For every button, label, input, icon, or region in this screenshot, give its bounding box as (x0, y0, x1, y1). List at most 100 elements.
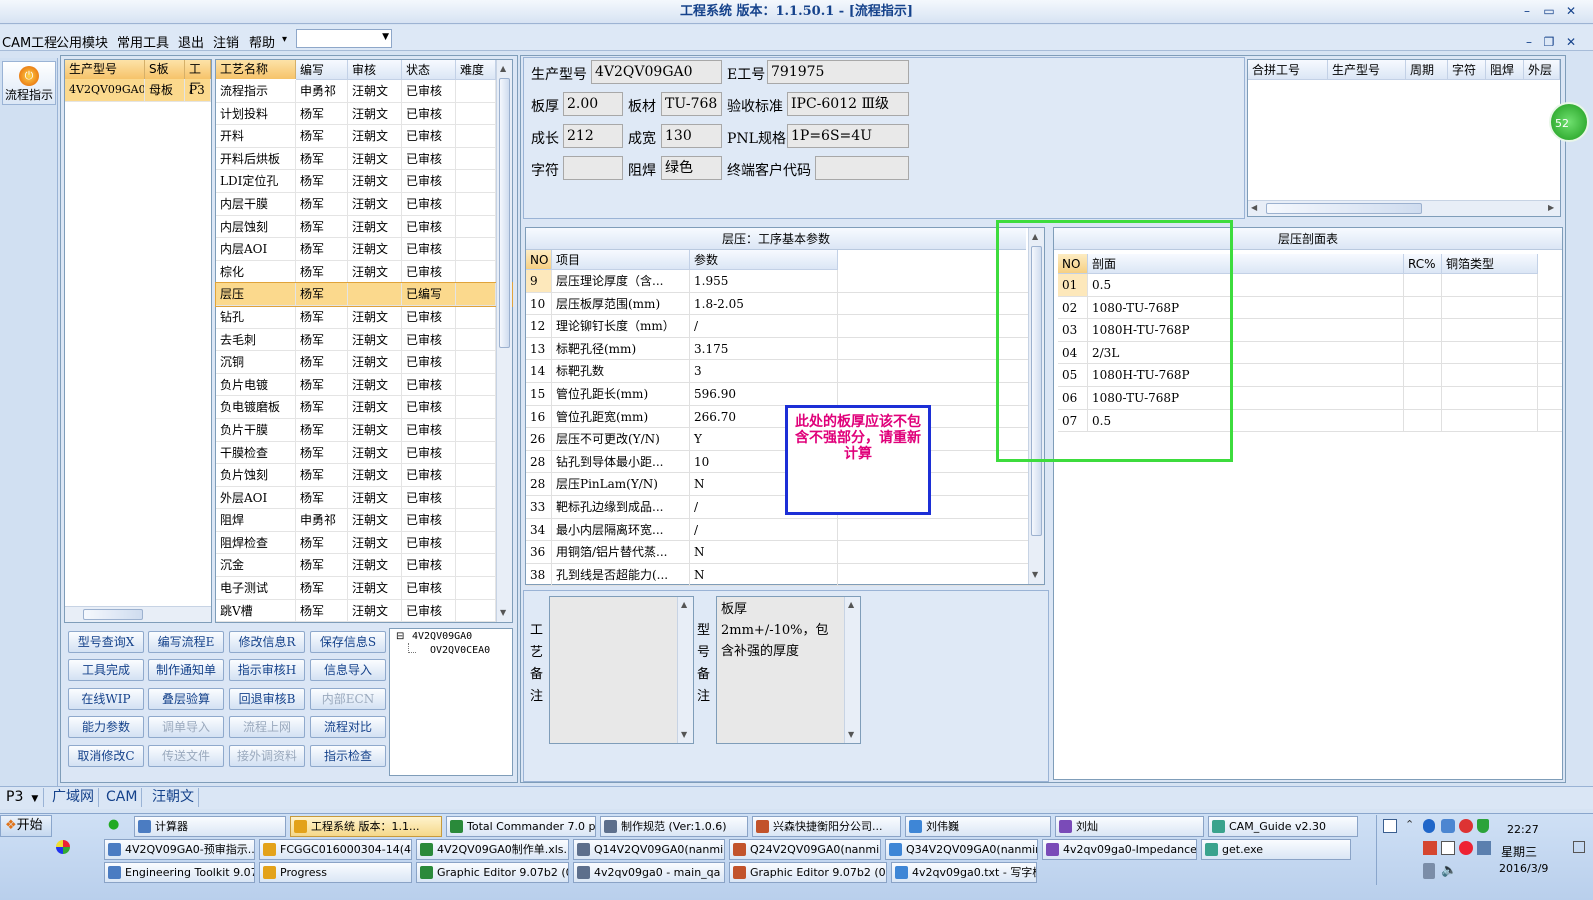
process-row[interactable]: 内层AOI 杨军 汪朝文 已审核 (216, 238, 512, 261)
action-button[interactable]: 工具完成 (68, 659, 144, 681)
action-button[interactable]: 信息导入 (310, 659, 386, 681)
taskbar-button[interactable]: Q14V2QV09GA0(nanmin... (573, 839, 725, 860)
model-note-textarea[interactable]: 板厚2mm+/-10%，包含补强的厚度 ▲ ▼ (716, 596, 861, 744)
scroll-thumb[interactable] (1266, 203, 1422, 214)
taskbar-button[interactable]: Q24V2QV09GA0(nanmin... (729, 839, 881, 860)
process-row[interactable]: 负片蚀刻 杨军 汪朝文 已审核 (216, 464, 512, 487)
keyboard-icon[interactable] (1573, 841, 1585, 853)
maximize-button[interactable]: ▭ (1540, 3, 1558, 19)
difficulty-header[interactable]: 难度 (456, 60, 496, 80)
monitor-icon[interactable] (1441, 841, 1455, 855)
mdi-restore-button[interactable]: ❐ (1540, 34, 1558, 50)
process-row[interactable]: 钻孔 杨军 汪朝文 已审核 (216, 305, 512, 329)
process-row[interactable]: 干膜检查 杨军 汪朝文 已审核 (216, 441, 512, 465)
action-button[interactable]: 叠层验算 (148, 688, 224, 710)
help-dropdown-icon[interactable]: ▾ (282, 34, 287, 45)
process-row[interactable]: 去毛刺 杨军 汪朝文 已审核 (216, 328, 512, 352)
taskbar-button[interactable]: 兴森快捷衡阳分公司... (752, 816, 901, 837)
param-row[interactable]: 12 理论铆钉长度（mm） / (526, 315, 1044, 338)
quicklaunch-icon[interactable] (56, 840, 70, 854)
process-row[interactable]: 外层AOI 杨军 汪朝文 已审核 (216, 486, 512, 510)
battery-icon[interactable] (1423, 863, 1435, 879)
status-tab-wan[interactable]: 广域网 (48, 788, 99, 807)
menu-cam[interactable]: CAM工程 (2, 32, 57, 51)
taskbar-button[interactable]: 4v2qv09ga0.txt - 写字板 (891, 862, 1037, 883)
process-row[interactable]: 开料 杨军 汪朝文 已审核 (216, 125, 512, 148)
customer-code-field[interactable] (815, 156, 909, 180)
action-button[interactable]: 指示审核H (229, 659, 305, 681)
process-row[interactable]: 跳V槽 杨军 汪朝文 已审核 (216, 599, 512, 623)
process-row[interactable]: 沉金 杨军 汪朝文 已审核 (216, 554, 512, 578)
writer-header[interactable]: 编写 (296, 60, 348, 80)
scroll-down-icon[interactable]: ▼ (1032, 570, 1038, 579)
params-item-header[interactable]: 项目 (552, 250, 690, 270)
process-row[interactable]: 沉铜 杨军 汪朝文 已审核 (216, 351, 512, 374)
taskbar-button[interactable]: Q34V2QV09GA0(nanmin... (885, 839, 1038, 860)
param-row[interactable]: 9 层压理论厚度（含... 1.955 (526, 270, 1044, 293)
merge-hscrollbar[interactable]: ◀ ▶ (1248, 200, 1560, 216)
material-field[interactable]: TU-768 (661, 92, 722, 116)
tree-expander-icon[interactable]: ⊟ (396, 631, 404, 642)
menu-combo[interactable]: ▼ (296, 29, 392, 48)
action-button[interactable]: 修改信息R (229, 631, 305, 653)
standard-field[interactable]: IPC-6012 Ⅲ级 (787, 92, 909, 116)
length-field[interactable]: 212 (563, 124, 623, 148)
process-row[interactable]: 电子测试 杨军 汪朝文 已审核 (216, 577, 512, 600)
taskbar-button[interactable]: 工程系统 版本：1.1... (290, 816, 442, 837)
action-button[interactable]: 调单导入 (148, 716, 224, 738)
process-row[interactable]: 内层干膜 杨军 汪朝文 已审核 (216, 192, 512, 216)
params-no-header[interactable]: NO (526, 250, 552, 270)
tree-root-node[interactable]: 4V2QV09GA0 (412, 631, 472, 642)
process-vscrollbar[interactable]: ▲ ▼ (496, 60, 512, 622)
width-field[interactable]: 130 (661, 124, 722, 148)
taskbar-button[interactable]: get.exe (1201, 839, 1351, 860)
merge-model-header[interactable]: 生产型号 (1328, 60, 1406, 80)
merge-outer-header[interactable]: 外层 (1524, 60, 1560, 80)
model-header[interactable]: 生产型号 (65, 60, 145, 79)
process-row[interactable]: 阻焊 申勇祁 汪朝文 已审核 (216, 509, 512, 532)
process-row[interactable]: 负片干膜 杨军 汪朝文 已审核 (216, 418, 512, 442)
factory-header[interactable]: 工厂 (185, 60, 211, 95)
status-combo[interactable]: P3 ▼ (2, 788, 44, 807)
section-rc-header[interactable]: RC% (1404, 254, 1442, 274)
process-name-header[interactable]: 工艺名称 (216, 60, 296, 79)
taskbar-button[interactable]: 4V2QV09GA0-预审指示... (104, 839, 255, 860)
pnl-field[interactable]: 1P=6S=4U (787, 124, 909, 148)
action-button[interactable]: 能力参数 (68, 716, 144, 738)
param-row[interactable]: 14 标靶孔数 3 (526, 360, 1044, 383)
alert-icon[interactable] (1459, 841, 1473, 855)
process-row[interactable]: 棕化 杨军 汪朝文 已审核 (216, 260, 512, 284)
action-button[interactable]: 流程对比 (310, 716, 386, 738)
taskbar-button[interactable]: Total Commander 7.0 p... (446, 816, 596, 837)
status-tab-cam[interactable]: CAM (102, 788, 143, 807)
action-button[interactable]: 传送文件 (148, 745, 224, 767)
scroll-thumb[interactable] (499, 78, 510, 348)
param-row[interactable]: 36 用铜箔/铝片替代蒸... N (526, 541, 1044, 564)
menu-help[interactable]: 帮助 (249, 32, 275, 51)
tree-child-node[interactable]: OV2QV0CEA0 (430, 645, 490, 656)
merge-char-header[interactable]: 字符 (1448, 60, 1486, 80)
section-foil-header[interactable]: 铜箔类型 (1442, 254, 1538, 274)
bluetooth-icon[interactable] (1423, 819, 1435, 833)
action-button[interactable]: 取消修改C (68, 745, 144, 767)
scroll-down-icon[interactable]: ▼ (500, 608, 506, 617)
minimize-button[interactable]: – (1518, 3, 1536, 19)
status-header[interactable]: 状态 (402, 60, 456, 80)
menu-tools[interactable]: 常用工具 (117, 32, 169, 51)
tray-expand-icon[interactable]: ⌃ (1405, 818, 1414, 831)
taskbar-button[interactable]: Graphic Editor 9.07b2 (0... (416, 862, 569, 883)
mdi-close-button[interactable]: ✕ (1562, 34, 1580, 50)
scroll-left-icon[interactable]: ◀ (1251, 203, 1257, 212)
mdi-minimize-button[interactable]: – (1520, 34, 1538, 50)
taskbar-button[interactable]: 制作规范 (Ver:1.0.6) (600, 816, 748, 837)
param-row[interactable]: 10 层压板厚范围(mm) 1.8-2.05 (526, 292, 1044, 316)
model-row[interactable]: 4V2QV09GA0 母板 P3 (65, 79, 211, 102)
action-button[interactable]: 型号查询X (68, 631, 144, 653)
char-field[interactable] (563, 156, 623, 180)
action-button[interactable]: 在线WIP (68, 688, 144, 710)
scroll-up-icon[interactable]: ▲ (500, 64, 506, 73)
scroll-down-icon[interactable]: ▼ (848, 730, 854, 739)
action-button[interactable]: 接外调资料 (229, 745, 305, 767)
process-row[interactable]: 负片电镀 杨军 汪朝文 已审核 (216, 373, 512, 397)
status-tab-user[interactable]: 汪朝文 (148, 788, 199, 807)
